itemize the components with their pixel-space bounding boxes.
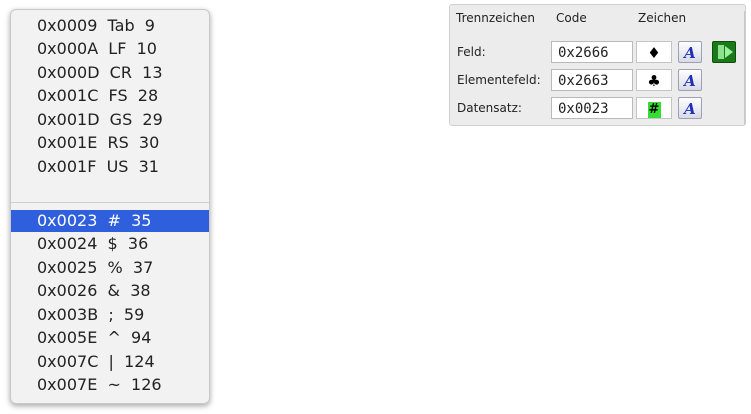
menu-item-tilde[interactable]: 0x007E ~ 126 bbox=[11, 374, 209, 396]
record-separator-char-glyph: # bbox=[647, 101, 661, 118]
menu-item-semicolon[interactable]: 0x003B ; 59 bbox=[11, 304, 209, 326]
separator-settings-panel: Trennzeichen Code Zeichen Feld: 0x2666 ♦… bbox=[449, 4, 746, 126]
element-separator-font-button[interactable]: A bbox=[678, 69, 702, 91]
field-separator-code-input[interactable]: 0x2666 bbox=[551, 41, 633, 63]
menu-item-percent[interactable]: 0x0025 % 37 bbox=[11, 257, 209, 279]
menu-item-cr[interactable]: 0x000D CR 13 bbox=[11, 62, 209, 84]
menu-item-fs[interactable]: 0x001C FS 28 bbox=[11, 85, 209, 107]
element-separator-label: Elementefeld: bbox=[457, 73, 541, 87]
separator-popup-menu: 0x0009 Tab 9 0x000A LF 10 0x000D CR 13 0… bbox=[10, 9, 210, 404]
record-separator-font-button[interactable]: A bbox=[678, 97, 702, 119]
element-separator-char: ♣ bbox=[636, 69, 672, 91]
next-arrow-icon[interactable] bbox=[712, 41, 736, 63]
menu-item-hash[interactable]: 0x0023 # 35 bbox=[11, 210, 209, 232]
field-separator-font-button[interactable]: A bbox=[678, 41, 702, 63]
menu-item-tab[interactable]: 0x0009 Tab 9 bbox=[11, 15, 209, 37]
menu-item-dollar[interactable]: 0x0024 $ 36 bbox=[11, 233, 209, 255]
field-separator-char: ♦ bbox=[636, 41, 672, 63]
menu-item-caret[interactable]: 0x005E ^ 94 bbox=[11, 327, 209, 349]
menu-separator bbox=[11, 202, 209, 203]
panel-divider bbox=[744, 11, 745, 125]
record-separator-code-input[interactable]: 0x0023 bbox=[551, 97, 633, 119]
menu-item-us[interactable]: 0x001F US 31 bbox=[11, 156, 209, 178]
menu-item-rs[interactable]: 0x001E RS 30 bbox=[11, 132, 209, 154]
header-code: Code bbox=[556, 11, 587, 25]
menu-item-gs[interactable]: 0x001D GS 29 bbox=[11, 109, 209, 131]
header-char: Zeichen bbox=[638, 11, 687, 25]
menu-item-pipe[interactable]: 0x007C | 124 bbox=[11, 351, 209, 373]
record-separator-label: Datensatz: bbox=[457, 101, 522, 115]
menu-item-lf[interactable]: 0x000A LF 10 bbox=[11, 38, 209, 60]
field-separator-label: Feld: bbox=[457, 45, 486, 59]
menu-item-ampersand[interactable]: 0x0026 & 38 bbox=[11, 280, 209, 302]
element-separator-code-input[interactable]: 0x2663 bbox=[551, 69, 633, 91]
record-separator-char: # bbox=[636, 97, 672, 119]
header-separator: Trennzeichen bbox=[456, 11, 536, 25]
